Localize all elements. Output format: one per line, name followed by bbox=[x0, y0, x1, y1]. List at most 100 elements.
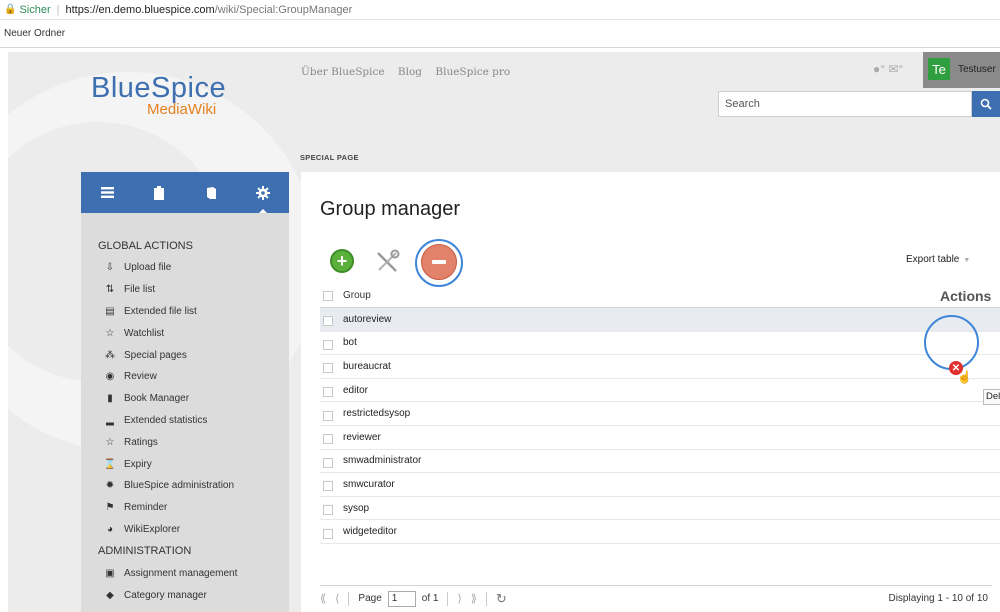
select-all-checkbox[interactable] bbox=[323, 290, 333, 301]
row-checkbox[interactable] bbox=[323, 316, 333, 327]
table-row[interactable]: reviewer bbox=[320, 426, 1000, 450]
grid-header: Group Actions bbox=[320, 284, 1000, 308]
row-checkbox[interactable] bbox=[323, 434, 333, 445]
grid-toolbar: + Export table ▼ bbox=[320, 239, 992, 287]
page-label: Page bbox=[358, 593, 382, 604]
tag-icon: ◆ bbox=[106, 589, 114, 601]
table-row[interactable]: smwcurator bbox=[320, 473, 1000, 497]
column-header-group[interactable]: Group bbox=[343, 290, 940, 301]
row-checkbox[interactable] bbox=[323, 387, 333, 398]
plus-icon: + bbox=[336, 251, 348, 271]
sidebar-item-bluespice-administration[interactable]: ✹ BlueSpice administration bbox=[81, 475, 289, 497]
special-icon: ⁂ bbox=[105, 349, 115, 361]
nav-link-pro[interactable]: BlueSpice pro bbox=[435, 66, 510, 78]
flag-icon: ⚑ bbox=[105, 502, 115, 514]
table-row[interactable]: editor bbox=[320, 379, 1000, 403]
chevron-down-icon: ▼ bbox=[963, 257, 971, 264]
sidebar-item-label: BlueSpice administration bbox=[124, 480, 235, 492]
sidebar-item-extended-statistics[interactable]: ▂ Extended statistics bbox=[81, 410, 289, 432]
table-row[interactable]: sysop bbox=[320, 497, 1000, 521]
hourglass-icon: ⌛ bbox=[103, 458, 117, 470]
tab-book[interactable] bbox=[185, 172, 237, 213]
search-icon bbox=[980, 98, 992, 110]
delete-tooltip: Delete bbox=[983, 389, 1000, 405]
sidebar-item-label: Upload file bbox=[124, 262, 172, 274]
tab-settings[interactable] bbox=[237, 172, 289, 213]
row-checkbox[interactable] bbox=[323, 505, 333, 516]
sidebar-item-label: Reminder bbox=[124, 502, 168, 514]
edit-group-button[interactable] bbox=[372, 248, 402, 276]
sidebar-item-category-manager[interactable]: ◆ Category manager bbox=[81, 584, 289, 606]
avatar[interactable]: Te bbox=[928, 58, 950, 80]
star-icon: ☆ bbox=[105, 436, 115, 448]
sidebar-item-watchlist[interactable]: ☆ Watchlist bbox=[81, 322, 289, 344]
column-header-actions: Actions bbox=[940, 287, 992, 304]
sidebar-item-wikiexplorer[interactable]: ◕ WikiExplorer bbox=[81, 519, 289, 541]
bluespice-logo[interactable]: BlueSpice MediaWiki bbox=[91, 74, 251, 124]
row-checkbox[interactable] bbox=[323, 363, 333, 374]
wiki-page: BlueSpice MediaWiki Über BlueSpice Blog … bbox=[8, 52, 1000, 612]
first-page-icon[interactable]: ⟪ bbox=[320, 592, 326, 605]
last-page-icon[interactable]: ⟫ bbox=[471, 592, 477, 605]
group-name: smwcurator bbox=[343, 478, 395, 490]
notifications-icon[interactable]: ●° ✉° bbox=[873, 62, 903, 76]
assignment-icon: ▣ bbox=[105, 567, 115, 579]
add-group-button[interactable]: + bbox=[330, 249, 354, 273]
nav-link-blog[interactable]: Blog bbox=[398, 66, 422, 78]
refresh-icon[interactable]: ↻ bbox=[496, 591, 507, 607]
user-name[interactable]: Testuser bbox=[958, 64, 996, 75]
sidebar-item-review[interactable]: ◉ Review bbox=[81, 366, 289, 388]
table-row[interactable]: autoreview bbox=[320, 308, 1000, 332]
bookmark-folder[interactable]: Neuer Ordner bbox=[4, 28, 65, 39]
table-row[interactable]: smwadministrator bbox=[320, 450, 1000, 474]
bookmarks-bar: Neuer Ordner bbox=[0, 20, 1000, 48]
sidebar-item-reminder[interactable]: ⚑ Reminder bbox=[81, 497, 289, 519]
export-table-button[interactable]: Export table ▼ bbox=[906, 254, 970, 265]
sidebar-tabs bbox=[81, 172, 289, 213]
address-bar[interactable]: 🔒 Sicher | https://en.demo.bluespice.com… bbox=[0, 0, 1000, 20]
sidebar-item-upload-file[interactable]: ⇩ Upload file bbox=[81, 257, 289, 279]
next-page-icon[interactable]: ⟩ bbox=[457, 592, 461, 605]
row-checkbox[interactable] bbox=[323, 339, 333, 350]
table-row[interactable]: widgeteditor bbox=[320, 520, 1000, 544]
logo-subtext: MediaWiki bbox=[147, 101, 217, 118]
gear-icon: ✹ bbox=[105, 480, 115, 492]
page-total-label: of 1 bbox=[421, 593, 439, 604]
row-checkbox[interactable] bbox=[323, 410, 333, 421]
gear-icon bbox=[256, 185, 270, 200]
sidebar-item-label: File list bbox=[124, 284, 156, 296]
table-row[interactable]: bot bbox=[320, 332, 1000, 356]
sidebar-item-ratings[interactable]: ☆ Ratings bbox=[81, 431, 289, 453]
sidebar-item-file-list[interactable]: ⇅ File list bbox=[81, 279, 289, 301]
search-input[interactable]: Search bbox=[718, 91, 972, 117]
table-row[interactable]: restrictedsysop bbox=[320, 402, 1000, 426]
sidebar-item-label: Category manager bbox=[124, 589, 207, 601]
special-page-label: SPECIAL PAGE bbox=[300, 153, 359, 162]
previous-page-icon[interactable]: ⟨ bbox=[335, 592, 339, 605]
row-checkbox[interactable] bbox=[323, 528, 333, 539]
tab-clipboard[interactable] bbox=[133, 172, 185, 213]
hand-cursor-icon: ☝ bbox=[957, 370, 972, 384]
sidebar-item-special-pages[interactable]: ⁂ Special pages bbox=[81, 344, 289, 366]
sidebar-item-label: Assignment management bbox=[124, 567, 238, 579]
table-row[interactable]: bureaucrat bbox=[320, 355, 1000, 379]
group-grid: Group Actions autoreview bot bureaucrat … bbox=[320, 284, 1000, 544]
page-number-input[interactable]: 1 bbox=[387, 590, 416, 607]
tab-navigation[interactable] bbox=[81, 172, 133, 213]
search-button[interactable] bbox=[972, 91, 1000, 117]
nav-link-about[interactable]: Über BlueSpice bbox=[301, 66, 385, 78]
sidebar-item-extended-file-list[interactable]: ▤ Extended file list bbox=[81, 301, 289, 323]
pagination-bar: ⟪ ⟨ Page 1 of 1 ⟩ ⟫ ↻ Displaying 1 - 10 … bbox=[320, 585, 992, 611]
url-host: https://en.demo.bluespice.com bbox=[65, 3, 215, 16]
row-checkbox[interactable] bbox=[323, 481, 333, 492]
sidebar-item-assignment-management[interactable]: ▣ Assignment management bbox=[81, 562, 289, 584]
sidebar-item-label: Ratings bbox=[124, 436, 158, 448]
lock-icon: 🔒 bbox=[4, 4, 17, 15]
sidebar-item-expiry[interactable]: ⌛ Expiry bbox=[81, 453, 289, 475]
sidebar-item-book-manager[interactable]: ▮ Book Manager bbox=[81, 388, 289, 410]
row-checkbox[interactable] bbox=[323, 457, 333, 468]
administration-heading: ADMINISTRATION bbox=[98, 545, 192, 558]
book-icon: ▮ bbox=[107, 393, 113, 405]
sort-icon: ⇅ bbox=[105, 284, 115, 296]
star-icon: ☆ bbox=[105, 327, 115, 339]
